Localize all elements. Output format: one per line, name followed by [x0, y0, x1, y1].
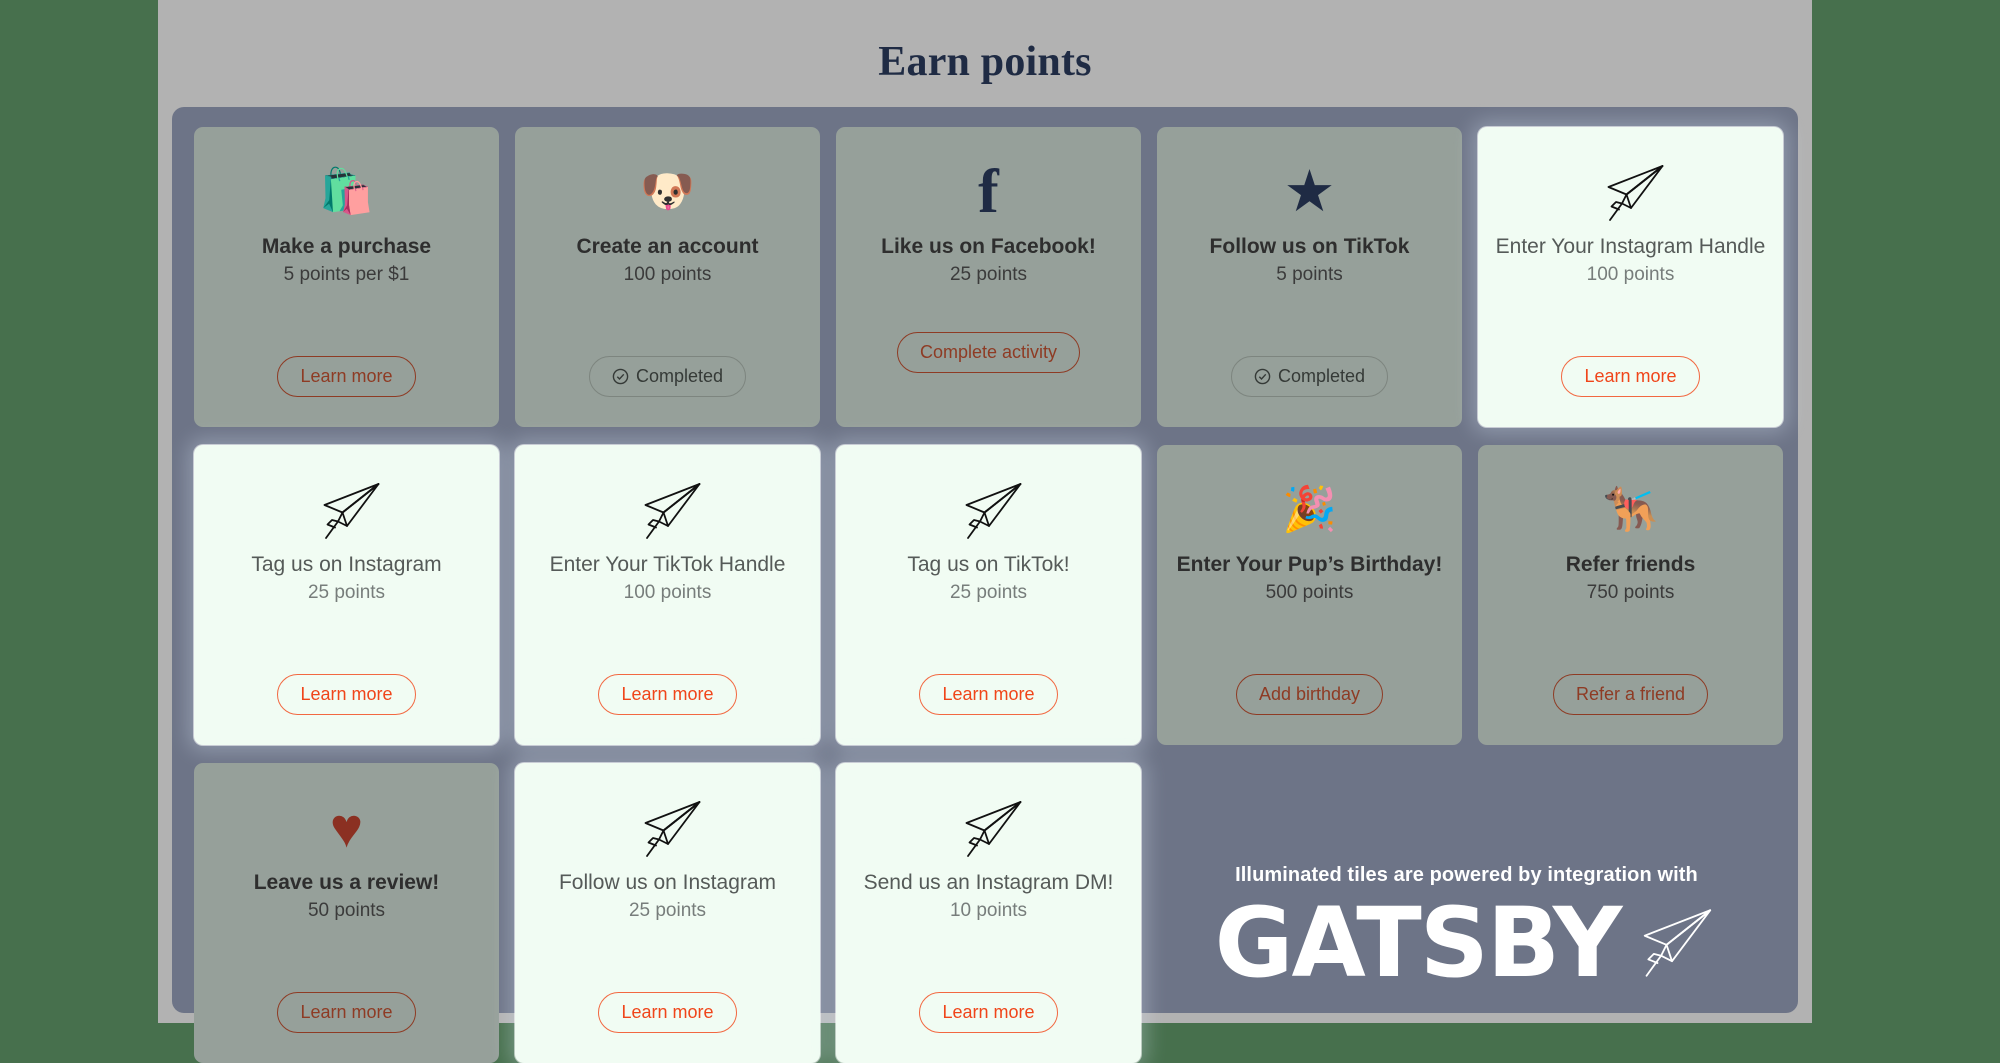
tile-action-wrap: Learn more: [919, 992, 1058, 1033]
tile-follow-us-on-tiktok[interactable]: ★ Follow us on TikTok 5 points Completed: [1157, 127, 1462, 427]
learn-more-button[interactable]: Learn more: [277, 674, 416, 715]
tile-points: 500 points: [1265, 582, 1354, 604]
tile-action-wrap: Learn more: [598, 674, 737, 715]
tile-title: Enter Your Pup’s Birthday!: [1176, 553, 1443, 576]
tile-action-wrap: Learn more: [277, 674, 416, 715]
tile-title: Follow us on TikTok: [1209, 235, 1410, 258]
tile-action-wrap: Learn more: [1561, 356, 1700, 397]
tile-points: 100 points: [623, 264, 712, 286]
page-title: Earn points: [878, 39, 1092, 85]
tile-action-wrap: Complete activity: [896, 332, 1081, 373]
tile-action-wrap: Learn more: [277, 356, 416, 397]
tile-action-wrap: Refer a friend: [1552, 674, 1709, 715]
tile-title: Tag us on TikTok!: [907, 553, 1070, 576]
tile-points: 25 points: [628, 900, 707, 922]
tile-points: 25 points: [307, 582, 386, 604]
paper-plane-icon: [630, 469, 706, 553]
tile-title: Send us an Instagram DM!: [863, 871, 1114, 894]
tile-make-a-purchase[interactable]: 🛍️ Make a purchase 5 points per $1 Learn…: [194, 127, 499, 427]
tile-points: 100 points: [1586, 264, 1675, 286]
tile-points: 750 points: [1586, 582, 1675, 604]
star-icon: ★: [1283, 159, 1336, 225]
tile-title: Enter Your TikTok Handle: [549, 553, 786, 576]
tile-title: Make a purchase: [261, 235, 432, 258]
tile-points: 25 points: [949, 582, 1028, 604]
tile-refer-friends[interactable]: 🐕‍🦺 Refer friends 750 points Refer a fri…: [1478, 445, 1783, 745]
rewards-grid-panel: 🛍️ Make a purchase 5 points per $1 Learn…: [172, 107, 1798, 1063]
completed-badge-button: Completed: [588, 356, 747, 397]
tile-enter-your-tiktok-handle[interactable]: Enter Your TikTok Handle 100 points Lear…: [515, 445, 820, 745]
paper-plane-icon: [1644, 908, 1712, 977]
paper-plane-icon: [630, 787, 706, 871]
refer-a-friend-button[interactable]: Refer a friend: [1552, 674, 1709, 715]
complete-activity-button[interactable]: Complete activity: [896, 332, 1081, 373]
tile-action-wrap: Learn more: [277, 992, 416, 1033]
completed-label: Completed: [635, 366, 724, 386]
tile-action-wrap: Learn more: [598, 992, 737, 1033]
check-circle-icon: [612, 368, 629, 385]
check-circle-icon: [1254, 368, 1271, 385]
tile-row-2: Tag us on Instagram 25 points Learn more: [194, 445, 1783, 745]
completed-badge-button: Completed: [1230, 356, 1389, 397]
tile-enter-your-pups-birthday[interactable]: 🎉 Enter Your Pup’s Birthday! 500 points …: [1157, 445, 1462, 745]
tile-tag-us-on-tiktok[interactable]: Tag us on TikTok! 25 points Learn more: [836, 445, 1141, 745]
paper-plane-icon: [951, 469, 1027, 553]
gatsby-logo-row: GATSBY: [1215, 895, 1719, 991]
tile-title: Leave us a review!: [253, 871, 440, 894]
tile-action-wrap: Completed: [588, 356, 747, 397]
tile-row-1: 🛍️ Make a purchase 5 points per $1 Learn…: [194, 127, 1783, 427]
shopping-bag-dog-icon: 🛍️: [319, 167, 374, 216]
learn-more-button[interactable]: Learn more: [919, 992, 1058, 1033]
gatsby-branding-block: Illuminated tiles are powered by integra…: [1157, 763, 1776, 1063]
page-sheet: Earn points 🛍️ Make a purchase 5 points …: [158, 0, 1812, 1063]
tile-send-us-an-instagram-dm[interactable]: Send us an Instagram DM! 10 points Learn…: [836, 763, 1141, 1063]
tile-leave-us-a-review[interactable]: ♥ Leave us a review! 50 points Learn mor…: [194, 763, 499, 1063]
tile-enter-your-instagram-handle[interactable]: Enter Your Instagram Handle 100 points L…: [1478, 127, 1783, 427]
learn-more-button[interactable]: Learn more: [598, 674, 737, 715]
heart-icon: ♥: [329, 796, 364, 860]
paper-plane-icon: [309, 469, 385, 553]
learn-more-button[interactable]: Learn more: [277, 992, 416, 1033]
tile-points: 100 points: [623, 582, 712, 604]
tile-create-an-account[interactable]: 🐶 Create an account 100 points Completed: [515, 127, 820, 427]
tile-points: 5 points: [1276, 264, 1343, 286]
learn-more-button[interactable]: Learn more: [598, 992, 737, 1033]
tile-action-wrap: Learn more: [919, 674, 1058, 715]
dog-face-icon: 🐶: [640, 167, 695, 216]
party-hat-balloons-icon: 🎉: [1282, 485, 1337, 534]
tile-action-wrap: Add birthday: [1235, 674, 1384, 715]
tile-row-3: ♥ Leave us a review! 50 points Learn mor…: [194, 763, 1776, 1063]
paper-plane-icon: [1593, 151, 1669, 235]
tile-title: Create an account: [576, 235, 759, 258]
tile-tag-us-on-instagram[interactable]: Tag us on Instagram 25 points Learn more: [194, 445, 499, 745]
tile-action-wrap: Completed: [1230, 356, 1389, 397]
learn-more-button[interactable]: Learn more: [277, 356, 416, 397]
tile-like-us-on-facebook[interactable]: f Like us on Facebook! 25 points Complet…: [836, 127, 1141, 427]
tile-follow-us-on-instagram[interactable]: Follow us on Instagram 25 points Learn m…: [515, 763, 820, 1063]
tile-points: 25 points: [949, 264, 1028, 286]
completed-label: Completed: [1277, 366, 1366, 386]
paper-plane-icon: [951, 787, 1027, 871]
facebook-icon: f: [978, 157, 999, 226]
tile-title: Like us on Facebook!: [881, 235, 1096, 258]
add-birthday-button[interactable]: Add birthday: [1235, 674, 1384, 715]
learn-more-button[interactable]: Learn more: [919, 674, 1058, 715]
tile-title: Tag us on Instagram: [251, 553, 442, 576]
learn-more-button[interactable]: Learn more: [1561, 356, 1700, 397]
tile-title: Refer friends: [1565, 553, 1696, 576]
gatsby-caption: Illuminated tiles are powered by integra…: [1235, 863, 1698, 886]
tile-points: 5 points per $1: [283, 264, 410, 286]
service-dog-icon: 🐕‍🦺: [1603, 485, 1658, 534]
tile-points: 50 points: [307, 900, 386, 922]
tile-title: Follow us on Instagram: [558, 871, 777, 894]
tile-title: Enter Your Instagram Handle: [1495, 235, 1766, 258]
tile-points: 10 points: [949, 900, 1028, 922]
gatsby-wordmark: GATSBY: [1214, 886, 1623, 999]
